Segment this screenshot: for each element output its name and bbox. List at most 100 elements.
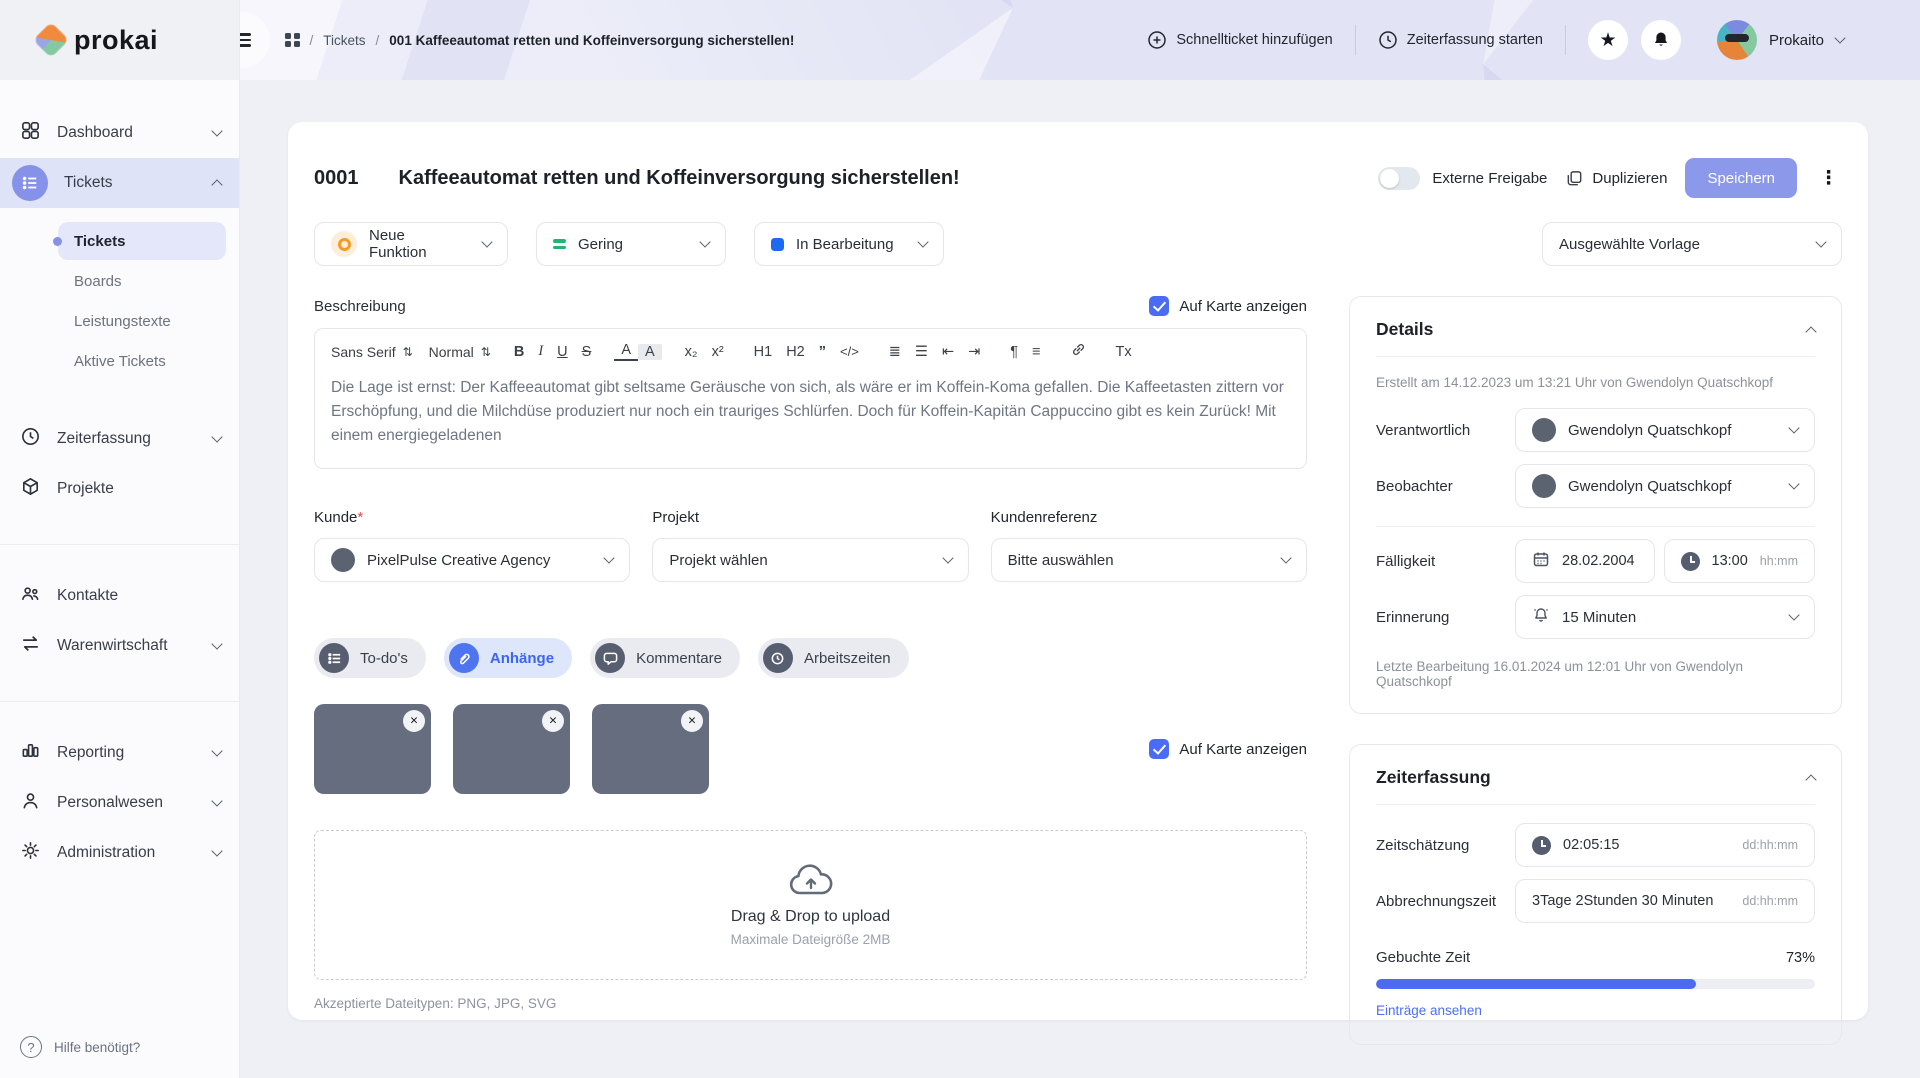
subitem-label: Boards — [74, 273, 122, 290]
sidebar-item-zeiterfassung[interactable]: Zeiterfassung — [0, 414, 239, 464]
remove-attachment-button[interactable]: ✕ — [681, 710, 703, 732]
view-entries-link[interactable]: Einträge ansehen — [1376, 1003, 1482, 1018]
logo[interactable]: prokai — [0, 0, 239, 80]
sidebar-item-projekte[interactable]: Projekte — [0, 464, 239, 514]
font-family-value: Sans Serif — [331, 344, 396, 360]
code-block-button[interactable]: </> — [833, 344, 866, 359]
description-textarea[interactable]: Die Lage ist ernst: Der Kaffeeautomat gi… — [315, 370, 1306, 468]
time-tracking-panel: Zeiterfassung Zeitschätzung 02:05:15 dd:… — [1349, 744, 1842, 1045]
bullet-list-button[interactable]: ☰ — [908, 344, 935, 360]
breadcrumb: / Tickets / 001 Kaffeeautomat retten und… — [285, 33, 794, 48]
superscript-button[interactable]: x² — [705, 344, 731, 360]
text-direction-button[interactable]: ¶ — [1003, 344, 1025, 360]
booked-percent: 73% — [1786, 950, 1815, 966]
sidebar-item-label: Kontakte — [57, 587, 221, 605]
reference-value: Bitte auswählen — [1008, 552, 1264, 569]
help-button[interactable]: ? Hilfe benötigt? — [20, 1036, 140, 1058]
collapse-icon[interactable] — [1805, 326, 1816, 337]
tab-worktimes[interactable]: Arbeitszeiten — [758, 638, 909, 678]
app-root: prokai Dashboard Tickets Tickets Boards — [0, 0, 1920, 1078]
paragraph-style-select[interactable]: Normal ⇅ — [429, 344, 491, 360]
clear-format-button[interactable]: Tx — [1109, 344, 1139, 360]
apps-grid-icon[interactable] — [285, 33, 300, 48]
tab-attachments[interactable]: Anhänge — [444, 638, 572, 678]
remove-attachment-button[interactable]: ✕ — [542, 710, 564, 732]
chevron-down-icon[interactable] — [1834, 32, 1845, 43]
estimate-input[interactable]: 02:05:15 dd:hh:mm — [1515, 823, 1815, 867]
save-button[interactable]: Speichern — [1685, 158, 1797, 198]
attachments-show-on-card-checkbox[interactable]: Auf Karte anzeigen — [1149, 704, 1307, 794]
quick-ticket-button[interactable]: Schnellticket hinzufügen — [1147, 30, 1332, 50]
remove-attachment-button[interactable]: ✕ — [403, 710, 425, 732]
tab-comments[interactable]: Kommentare — [590, 638, 740, 678]
breadcrumb-tickets-link[interactable]: Tickets — [323, 33, 365, 48]
tab-todos[interactable]: To-do's — [314, 638, 426, 678]
breadcrumb-separator: / — [376, 33, 380, 48]
sidebar-subitem-boards[interactable]: Boards — [58, 262, 226, 300]
sidebar-toggle-button[interactable] — [240, 12, 270, 68]
link-button[interactable] — [1064, 342, 1093, 361]
notifications-button[interactable] — [1641, 20, 1681, 60]
sidebar-item-personalwesen[interactable]: Personalwesen — [0, 778, 239, 828]
status-value: In Bearbeitung — [796, 236, 901, 253]
subscript-button[interactable]: x₂ — [678, 344, 705, 360]
ordered-list-button[interactable]: ≣ — [882, 344, 908, 360]
outdent-button[interactable]: ⇤ — [935, 344, 961, 360]
reference-select[interactable]: Bitte auswählen — [991, 538, 1307, 582]
underline-button[interactable]: U — [550, 344, 574, 360]
due-date-input[interactable]: 28.02.2004 — [1515, 539, 1655, 583]
template-select[interactable]: Ausgewählte Vorlage — [1542, 222, 1842, 266]
details-panel: Details Erstellt am 14.12.2023 um 13:21 … — [1349, 296, 1842, 714]
upload-dropzone[interactable]: Drag & Drop to upload Maximale Dateigröß… — [314, 830, 1307, 980]
heading-2-button[interactable]: H2 — [779, 344, 812, 360]
collapse-icon[interactable] — [1805, 774, 1816, 785]
priority-select[interactable]: Gering — [536, 222, 726, 266]
watcher-select[interactable]: Gwendolyn Quatschkopf — [1515, 464, 1815, 508]
required-mark: * — [357, 509, 363, 526]
start-timer-button[interactable]: Zeiterfassung starten — [1378, 30, 1543, 50]
external-share-toggle[interactable] — [1378, 167, 1420, 190]
sidebar-subitem-aktive-tickets[interactable]: Aktive Tickets — [58, 342, 226, 380]
customer-select[interactable]: PixelPulse Creative Agency — [314, 538, 630, 582]
reminder-select[interactable]: 15 Minuten — [1515, 595, 1815, 639]
sidebar-item-warenwirtschaft[interactable]: Warenwirtschaft — [0, 621, 239, 671]
italic-button[interactable]: I — [531, 343, 550, 360]
type-select[interactable]: Neue Funktion — [314, 222, 508, 266]
indent-button[interactable]: ⇥ — [961, 344, 987, 360]
sidebar-item-kontakte[interactable]: Kontakte — [0, 571, 239, 621]
attachment-thumbnail[interactable]: ✕ — [314, 704, 431, 794]
sidebar-item-administration[interactable]: Administration — [0, 828, 239, 878]
user-menu[interactable]: Prokaito — [1769, 32, 1824, 49]
strikethrough-button[interactable]: S — [575, 344, 599, 360]
field-row: Kunde* PixelPulse Creative Agency Projek… — [314, 509, 1307, 582]
attachment-thumbnail[interactable]: ✕ — [453, 704, 570, 794]
due-time-input[interactable]: 13:00 hh:mm — [1664, 539, 1816, 583]
status-select[interactable]: In Bearbeitung — [754, 222, 944, 266]
blockquote-button[interactable]: ” — [812, 344, 833, 360]
text-color-button[interactable]: A — [614, 342, 638, 361]
billing-time-input[interactable]: 3Tage 2Stunden 30 Minuten dd:hh:mm — [1515, 879, 1815, 923]
align-button[interactable]: ≡ — [1025, 344, 1047, 360]
subitem-label: Leistungstexte — [74, 313, 171, 330]
more-menu-button[interactable]: ⋮ — [1815, 167, 1842, 190]
font-family-select[interactable]: Sans Serif ⇅ — [331, 344, 413, 360]
attachment-thumbnail[interactable]: ✕ — [592, 704, 709, 794]
bold-button[interactable]: B — [507, 344, 531, 360]
sidebar-item-dashboard[interactable]: Dashboard — [0, 108, 239, 158]
duplicate-button[interactable]: Duplizieren — [1565, 169, 1667, 188]
paperclip-icon — [449, 643, 479, 673]
project-select[interactable]: Projekt wählen — [652, 538, 968, 582]
heading-1-button[interactable]: H1 — [747, 344, 780, 360]
sidebar-subitem-tickets[interactable]: Tickets — [58, 222, 226, 260]
favorites-button[interactable]: ★ — [1588, 20, 1628, 60]
sidebar-subitem-leistungstexte[interactable]: Leistungstexte — [58, 302, 226, 340]
description-show-on-card-checkbox[interactable]: Auf Karte anzeigen — [1149, 296, 1307, 316]
sidebar-item-reporting[interactable]: Reporting — [0, 728, 239, 778]
estimate-label: Zeitschätzung — [1376, 837, 1515, 854]
user-avatar[interactable] — [1717, 20, 1757, 60]
sidebar-item-tickets[interactable]: Tickets — [0, 158, 239, 208]
highlight-color-button[interactable]: A — [638, 344, 662, 360]
brand-name: prokai — [74, 25, 158, 56]
responsible-select[interactable]: Gwendolyn Quatschkopf — [1515, 408, 1815, 452]
tab-label: Arbeitszeiten — [804, 650, 891, 667]
